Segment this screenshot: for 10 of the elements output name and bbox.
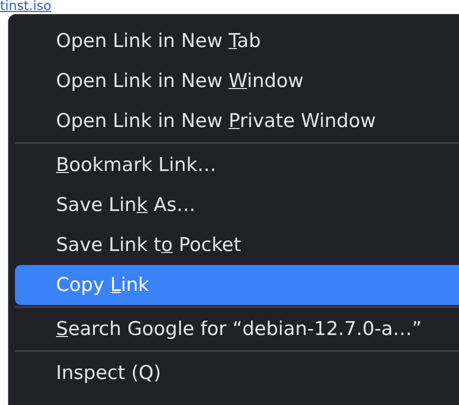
menu-item[interactable]: Open Link in New Window [15,61,459,101]
menu-item[interactable]: Copy Link [15,265,459,305]
menu-item[interactable]: Open Link in New Private Window [15,101,459,141]
menu-item[interactable]: Save Link As… [15,185,459,225]
menu-item[interactable]: Bookmark Link… [15,145,459,185]
menu-item[interactable]: Save Link to Pocket [15,225,459,265]
menu-item[interactable]: Inspect (Q) [15,353,459,393]
link[interactable]: tinst.iso [0,0,52,14]
menu-item[interactable]: Search Google for “debian-12.7.0-a…” [15,309,459,349]
menu-item[interactable]: Open Link in New Tab [15,21,459,61]
